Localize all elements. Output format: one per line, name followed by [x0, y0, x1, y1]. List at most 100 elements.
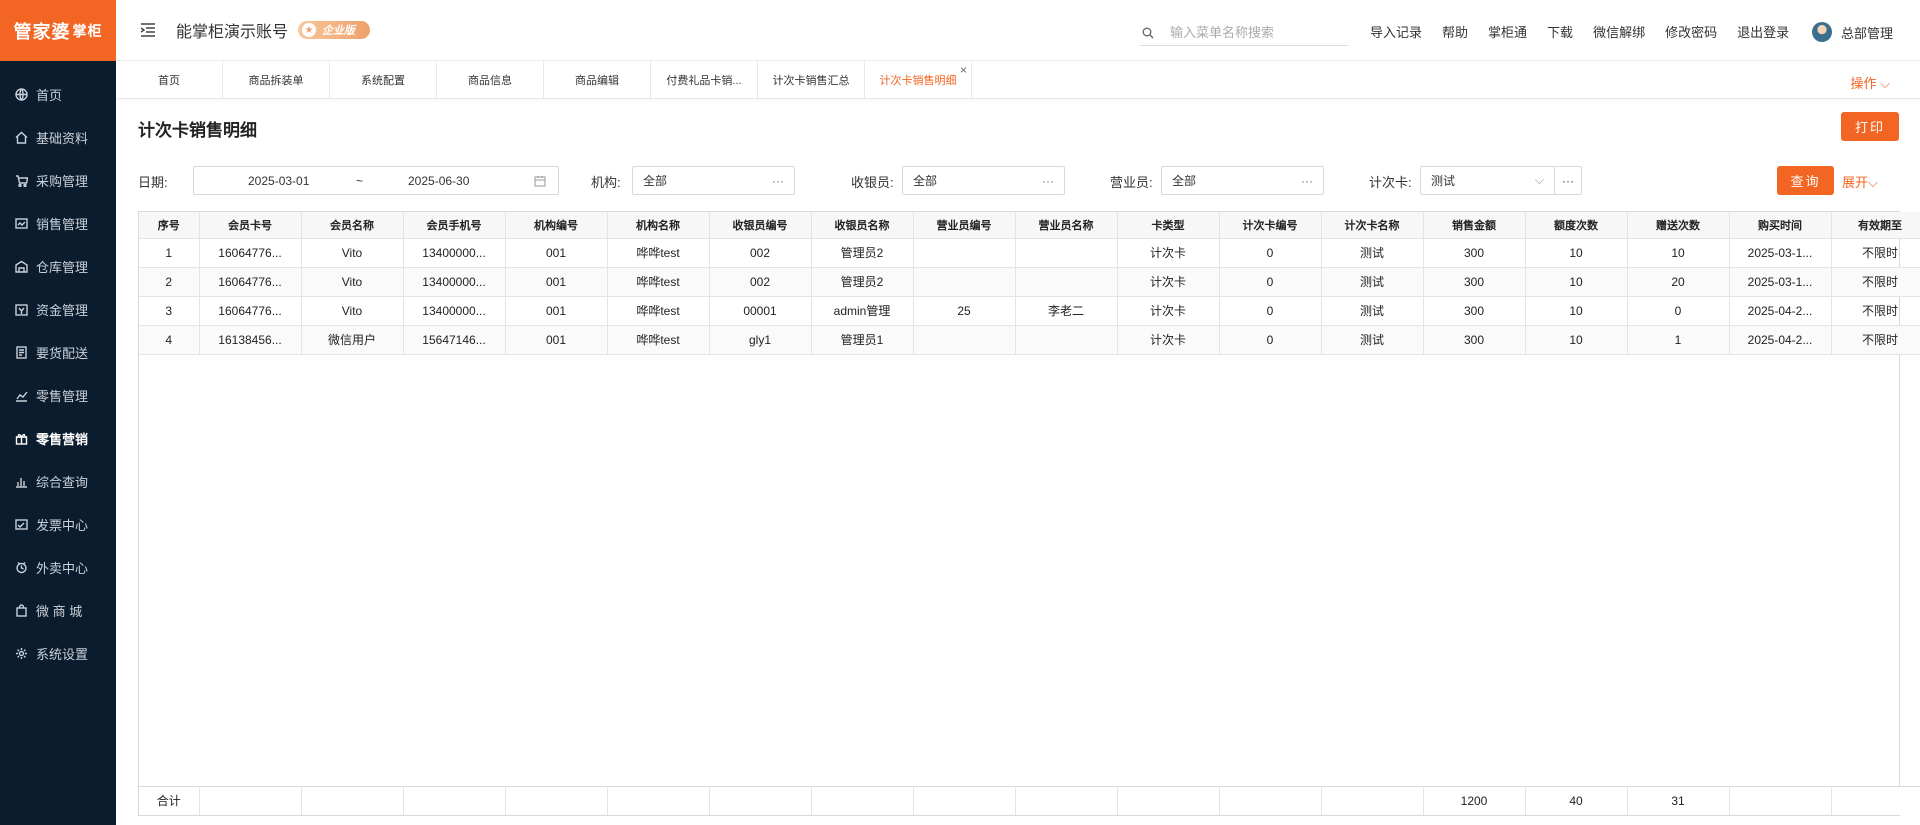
more-icon: ···	[1562, 173, 1574, 188]
column-header[interactable]: 销售金额	[1423, 212, 1526, 239]
tab-3[interactable]: 商品信息	[437, 61, 544, 98]
table-row[interactable]: 4 16138456... 微信用户 15647146... 001 哗哗test gly1…	[139, 325, 1920, 355]
brand-logo[interactable]: 管家婆 掌柜	[0, 0, 116, 61]
header-link-5[interactable]: 修改密码	[1665, 22, 1717, 41]
sidebar-item-13[interactable]: 系统设置	[0, 632, 116, 675]
sidebar-item-10[interactable]: 发票中心	[0, 503, 116, 546]
column-header[interactable]: 机构编号	[505, 212, 608, 239]
sidebar-item-3[interactable]: 销售管理	[0, 202, 116, 245]
total-cell	[913, 786, 1016, 815]
search-input[interactable]	[1170, 25, 1340, 40]
chevron-down-icon: ⌵	[1880, 76, 1890, 91]
table-cell: 不限时	[1831, 325, 1920, 355]
date-to[interactable]: 2025-06-30	[408, 174, 469, 188]
date-range-picker[interactable]: 2025-03-01 ~ 2025-06-30	[193, 166, 559, 195]
tab-label: 商品信息	[468, 74, 512, 87]
column-header[interactable]: 序号	[139, 212, 200, 239]
sidebar-item-label: 要货配送	[36, 346, 89, 361]
column-header[interactable]: 购买时间	[1729, 212, 1832, 239]
column-header[interactable]: 赠送次数	[1627, 212, 1730, 239]
table-cell: 测试	[1321, 296, 1424, 326]
salesperson-select[interactable]: 全部 ···	[1161, 166, 1324, 195]
edition-badge: ★ 企业版	[298, 21, 371, 39]
tab-4[interactable]: 商品编辑	[544, 61, 651, 98]
header-link-2[interactable]: 掌柜通	[1488, 22, 1527, 41]
sidebar-item-label: 微 商 城	[36, 604, 83, 619]
table-cell	[913, 238, 1016, 268]
more-icon[interactable]: ···	[1301, 174, 1313, 188]
sidebar-item-8[interactable]: 零售营销	[0, 417, 116, 460]
table-row[interactable]: 3 16064776... Vito 13400000... 001 哗哗test 0000…	[139, 296, 1920, 326]
header-link-1[interactable]: 帮助	[1442, 22, 1468, 41]
expand-toggle[interactable]: 展开⌵	[1842, 172, 1878, 191]
user-menu[interactable]: 总部管理	[1812, 22, 1893, 42]
header-link-3[interactable]: 下载	[1547, 22, 1573, 41]
table-cell: Vito	[301, 238, 404, 268]
org-select[interactable]: 全部 ···	[632, 166, 795, 195]
brand-sub: 掌柜	[72, 22, 103, 39]
sidebar-item-label: 零售营销	[36, 432, 89, 447]
date-from[interactable]: 2025-03-01	[248, 174, 309, 188]
column-header[interactable]: 会员名称	[301, 212, 404, 239]
menu-toggle-icon[interactable]	[140, 23, 156, 37]
print-button[interactable]: 打印	[1841, 112, 1899, 141]
sidebar-item-1[interactable]: 基础资料	[0, 116, 116, 159]
column-header[interactable]: 营业员名称	[1015, 212, 1118, 239]
tab-7[interactable]: 计次卡销售明细 ×	[865, 61, 972, 98]
column-header[interactable]: 卡类型	[1117, 212, 1220, 239]
more-icon[interactable]: ···	[772, 174, 784, 188]
sidebar-item-9[interactable]: 综合查询	[0, 460, 116, 503]
tab-0[interactable]: 首页	[116, 61, 223, 98]
table-cell: 计次卡	[1117, 267, 1220, 297]
header-link-0[interactable]: 导入记录	[1370, 22, 1422, 41]
table-row[interactable]: 2 16064776... Vito 13400000... 001 哗哗test 002 管…	[139, 267, 1920, 297]
tab-6[interactable]: 计次卡销售汇总	[758, 61, 865, 98]
header-link-4[interactable]: 微信解绑	[1593, 22, 1645, 41]
column-header[interactable]: 收银员名称	[811, 212, 914, 239]
tab-2[interactable]: 系统配置	[330, 61, 437, 98]
cashier-select[interactable]: 全部 ···	[902, 166, 1065, 195]
table-cell: 15647146...	[403, 325, 506, 355]
cashier-label: 收银员:	[851, 175, 894, 190]
sidebar-item-2[interactable]: 采购管理	[0, 159, 116, 202]
warehouse-icon	[14, 260, 28, 274]
table-cell: 2025-04-2...	[1729, 325, 1832, 355]
sidebar-item-12[interactable]: 微 商 城	[0, 589, 116, 632]
close-icon[interactable]: ×	[960, 63, 967, 77]
table-cell: 10	[1525, 296, 1628, 326]
column-header[interactable]: 机构名称	[607, 212, 710, 239]
column-header[interactable]: 计次卡编号	[1219, 212, 1322, 239]
sidebar-item-6[interactable]: 要货配送	[0, 331, 116, 374]
tab-operations-dropdown[interactable]: 操作 ⌵	[1851, 73, 1891, 92]
home-icon	[14, 131, 28, 145]
column-header[interactable]: 计次卡名称	[1321, 212, 1424, 239]
column-header[interactable]: 收银员编号	[709, 212, 812, 239]
column-header[interactable]: 会员手机号	[403, 212, 506, 239]
total-cell	[1015, 786, 1118, 815]
column-header[interactable]: 额度次数	[1525, 212, 1628, 239]
table-cell: 管理员2	[811, 267, 914, 297]
table-row[interactable]: 1 16064776... Vito 13400000... 001 哗哗test 002 管…	[139, 238, 1920, 268]
column-header[interactable]: 营业员编号	[913, 212, 1016, 239]
sidebar-item-0[interactable]: 首页	[0, 73, 116, 116]
sidebar-item-label: 零售管理	[36, 389, 89, 404]
tab-1[interactable]: 商品拆装单	[223, 61, 330, 98]
sidebar-item-4[interactable]: 仓库管理	[0, 245, 116, 288]
takeout-icon	[14, 561, 28, 575]
tab-5[interactable]: 付费礼品卡销...	[651, 61, 758, 98]
card-select[interactable]: 测试 ⌵	[1420, 166, 1555, 195]
column-header[interactable]: 有效期至	[1831, 212, 1920, 239]
query-button[interactable]: 查询	[1777, 166, 1834, 195]
column-header[interactable]: 会员卡号	[199, 212, 302, 239]
sidebar-item-label: 首页	[36, 88, 63, 103]
sidebar-item-11[interactable]: 外卖中心	[0, 546, 116, 589]
sidebar-item-5[interactable]: 资金管理	[0, 288, 116, 331]
table-cell: 2025-04-2...	[1729, 296, 1832, 326]
sidebar-item-7[interactable]: 零售管理	[0, 374, 116, 417]
header-link-6[interactable]: 退出登录	[1737, 22, 1789, 41]
more-icon[interactable]: ···	[1042, 174, 1054, 188]
table-cell: 10	[1627, 238, 1730, 268]
expand-label: 展开	[1842, 175, 1869, 190]
table-cell: 哗哗test	[607, 296, 710, 326]
card-more-button[interactable]: ···	[1554, 166, 1582, 195]
